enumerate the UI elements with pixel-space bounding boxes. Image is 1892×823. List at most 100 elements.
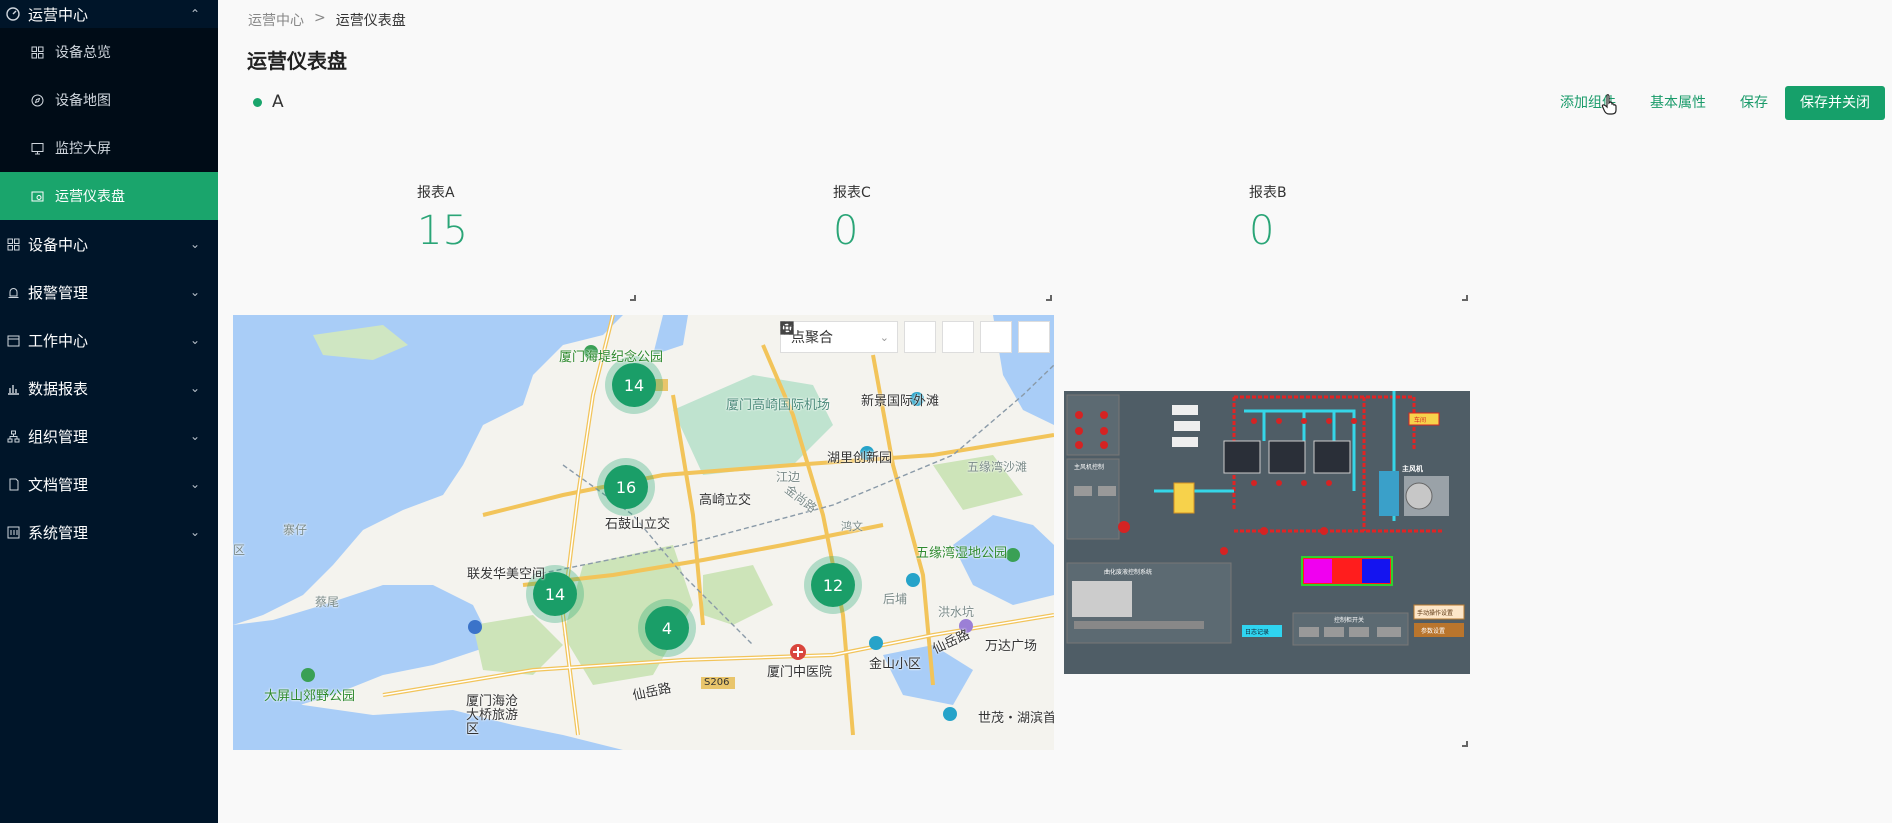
- system-icon: [6, 525, 20, 539]
- map-cluster[interactable]: 16: [597, 458, 655, 516]
- nav-group-documents[interactable]: 文档管理 ⌄: [0, 460, 218, 508]
- fullscreen-button[interactable]: [780, 321, 1050, 353]
- resize-handle[interactable]: [630, 295, 636, 301]
- map-label: S206: [704, 677, 730, 688]
- nav-group-system[interactable]: 系统管理 ⌄: [0, 508, 218, 556]
- panel-cure-title: 曲化废液控制系统: [1104, 568, 1152, 576]
- add-component-button[interactable]: 添加组件: [1543, 86, 1633, 120]
- map-label: 厦门高崎国际机场: [726, 398, 831, 413]
- map-cluster[interactable]: 4: [638, 599, 696, 657]
- map-label: 寨仔: [283, 523, 308, 537]
- nav-group-label: 系统管理: [28, 523, 89, 542]
- layers-button[interactable]: [780, 321, 936, 353]
- scada-diagram[interactable]: 主风机控制 主风机 车间 曲化废液控制系统 控制柜开关 日志记录 手动操作设置 …: [1064, 391, 1470, 674]
- sidebar-item-label: 运营仪表盘: [55, 189, 125, 205]
- save-close-button[interactable]: 保存并关闭: [1785, 86, 1885, 120]
- nav-group-label: 工作中心: [28, 331, 89, 350]
- nav-group-alarm[interactable]: 报警管理 ⌄: [0, 268, 218, 316]
- sidebar-item-monitor-screen[interactable]: 监控大屏: [0, 124, 218, 172]
- chevron-down-icon: ⌄: [189, 477, 200, 491]
- grid-icon: [30, 45, 44, 59]
- map-label: 石鼓山立交: [605, 517, 671, 532]
- document-icon: [6, 477, 20, 491]
- map-label: 万达广场: [985, 639, 1038, 654]
- cluster-count: 16: [604, 465, 648, 509]
- map-mode-select[interactable]: 点聚合 ⌄: [780, 321, 898, 353]
- nav-group-label: 报警管理: [28, 283, 89, 302]
- breadcrumb-separator: >: [314, 10, 326, 26]
- nav-group-label: 组织管理: [28, 427, 89, 446]
- sidebar-item-label: 监控大屏: [55, 141, 111, 157]
- sub-menu: 设备总览 设备地图 监控大屏 运营仪表盘: [0, 28, 218, 220]
- basic-props-button[interactable]: 基本属性: [1633, 86, 1723, 120]
- chevron-down-icon: ⌄: [189, 429, 200, 443]
- map-label: 联发华美空间: [467, 567, 546, 582]
- map-label: 厦门海沧大桥旅游区: [466, 694, 519, 737]
- dashboard-icon: [30, 189, 44, 203]
- chevron-down-icon: ⌄: [189, 237, 200, 251]
- map-label: 厦门海堤纪念公园: [559, 350, 664, 365]
- map-widget[interactable]: 点聚合 ⌄ 14 16 14 4 12 厦门海堤纪念公园 厦门高崎国际机场 新景…: [233, 315, 1054, 750]
- refresh-button[interactable]: [781, 321, 1012, 353]
- map-label: 区: [233, 543, 246, 557]
- breadcrumb-root[interactable]: 运营中心: [248, 10, 304, 30]
- nav-group-work-center[interactable]: 工作中心 ⌄: [0, 316, 218, 364]
- map-label: 洪水坑: [938, 605, 975, 619]
- scada-canvas: 主风机控制 主风机 车间 曲化废液控制系统 控制柜开关 日志记录 手动操作设置 …: [1064, 391, 1470, 674]
- resize-handle[interactable]: [1462, 741, 1468, 747]
- org-icon: [6, 429, 20, 443]
- map-label: 厦门中医院: [767, 665, 833, 680]
- map-toolbar: 点聚合 ⌄: [780, 321, 1050, 353]
- stat-value: 0: [833, 208, 859, 254]
- alarm-icon: [6, 285, 20, 299]
- sidebar-item-device-map[interactable]: 设备地图: [0, 76, 218, 124]
- stat-label: 报表B: [1249, 185, 1287, 201]
- panel-control-title: 主风机控制: [1074, 463, 1104, 471]
- sidebar-item-label: 设备总览: [55, 45, 111, 61]
- resize-handle[interactable]: [1462, 295, 1468, 301]
- nav-group-label: 文档管理: [28, 475, 89, 494]
- page-title: 运营仪表盘: [247, 49, 347, 73]
- nav-group-operations[interactable]: 运营中心 ⌃: [0, 0, 218, 28]
- tab-label: A: [272, 92, 284, 112]
- map-label: 蔡尾: [315, 595, 340, 609]
- map-label: 鸿文: [841, 520, 863, 533]
- nav-group-data-reports[interactable]: 数据报表 ⌄: [0, 364, 218, 412]
- cluster-count: 4: [645, 606, 689, 650]
- breadcrumb: 运营中心 > 运营仪表盘: [248, 10, 406, 30]
- sidebar-item-label: 设备地图: [55, 93, 111, 109]
- hand-cursor-icon: [1601, 93, 1619, 119]
- sidebar-item-device-overview[interactable]: 设备总览: [0, 28, 218, 76]
- panel-switch-title: 控制柜开关: [1334, 616, 1364, 624]
- chevron-down-icon: ⌄: [189, 333, 200, 347]
- nav-group-device-center[interactable]: 设备中心 ⌄: [0, 220, 218, 268]
- nav-group-org[interactable]: 组织管理 ⌄: [0, 412, 218, 460]
- map-cluster[interactable]: 12: [804, 556, 862, 614]
- chevron-down-icon: ⌄: [879, 330, 889, 344]
- chevron-down-icon: ⌄: [189, 381, 200, 395]
- breadcrumb-current: 运营仪表盘: [335, 13, 406, 29]
- stat-value: 15: [417, 208, 468, 254]
- log-button[interactable]: 日志记录: [1245, 628, 1269, 636]
- map-label: 大屏山郊野公园: [264, 689, 356, 704]
- dashboard-icon: [6, 7, 20, 21]
- monitor-icon: [30, 141, 44, 155]
- chevron-down-icon: ⌄: [189, 285, 200, 299]
- map-label: 湖里创新园: [827, 451, 893, 466]
- stat-card: 报表A 15: [417, 182, 537, 254]
- dashboard-tab[interactable]: A: [253, 92, 284, 112]
- resize-handle[interactable]: [1046, 295, 1052, 301]
- compass-icon: [30, 93, 44, 107]
- stat-value: 0: [1249, 208, 1275, 254]
- sidebar-item-operations-dashboard[interactable]: 运营仪表盘: [0, 172, 218, 220]
- stat-card: 报表C 0: [833, 182, 953, 254]
- param-button[interactable]: 参数设置: [1421, 627, 1445, 635]
- manual-op-button[interactable]: 手动操作设置: [1417, 609, 1453, 617]
- save-button[interactable]: 保存: [1723, 86, 1785, 120]
- calendar-icon: [6, 333, 20, 347]
- map-label: 后埔: [883, 592, 908, 606]
- nav-groups: 设备中心 ⌄ 报警管理 ⌄ 工作中心 ⌄ 数据报表 ⌄ 组织管理 ⌄ 文档管理 …: [0, 220, 218, 556]
- stat-label: 报表C: [833, 185, 871, 201]
- select-area-button[interactable]: [780, 321, 974, 353]
- toolbar-actions: 添加组件 基本属性 保存 保存并关闭: [1543, 86, 1885, 120]
